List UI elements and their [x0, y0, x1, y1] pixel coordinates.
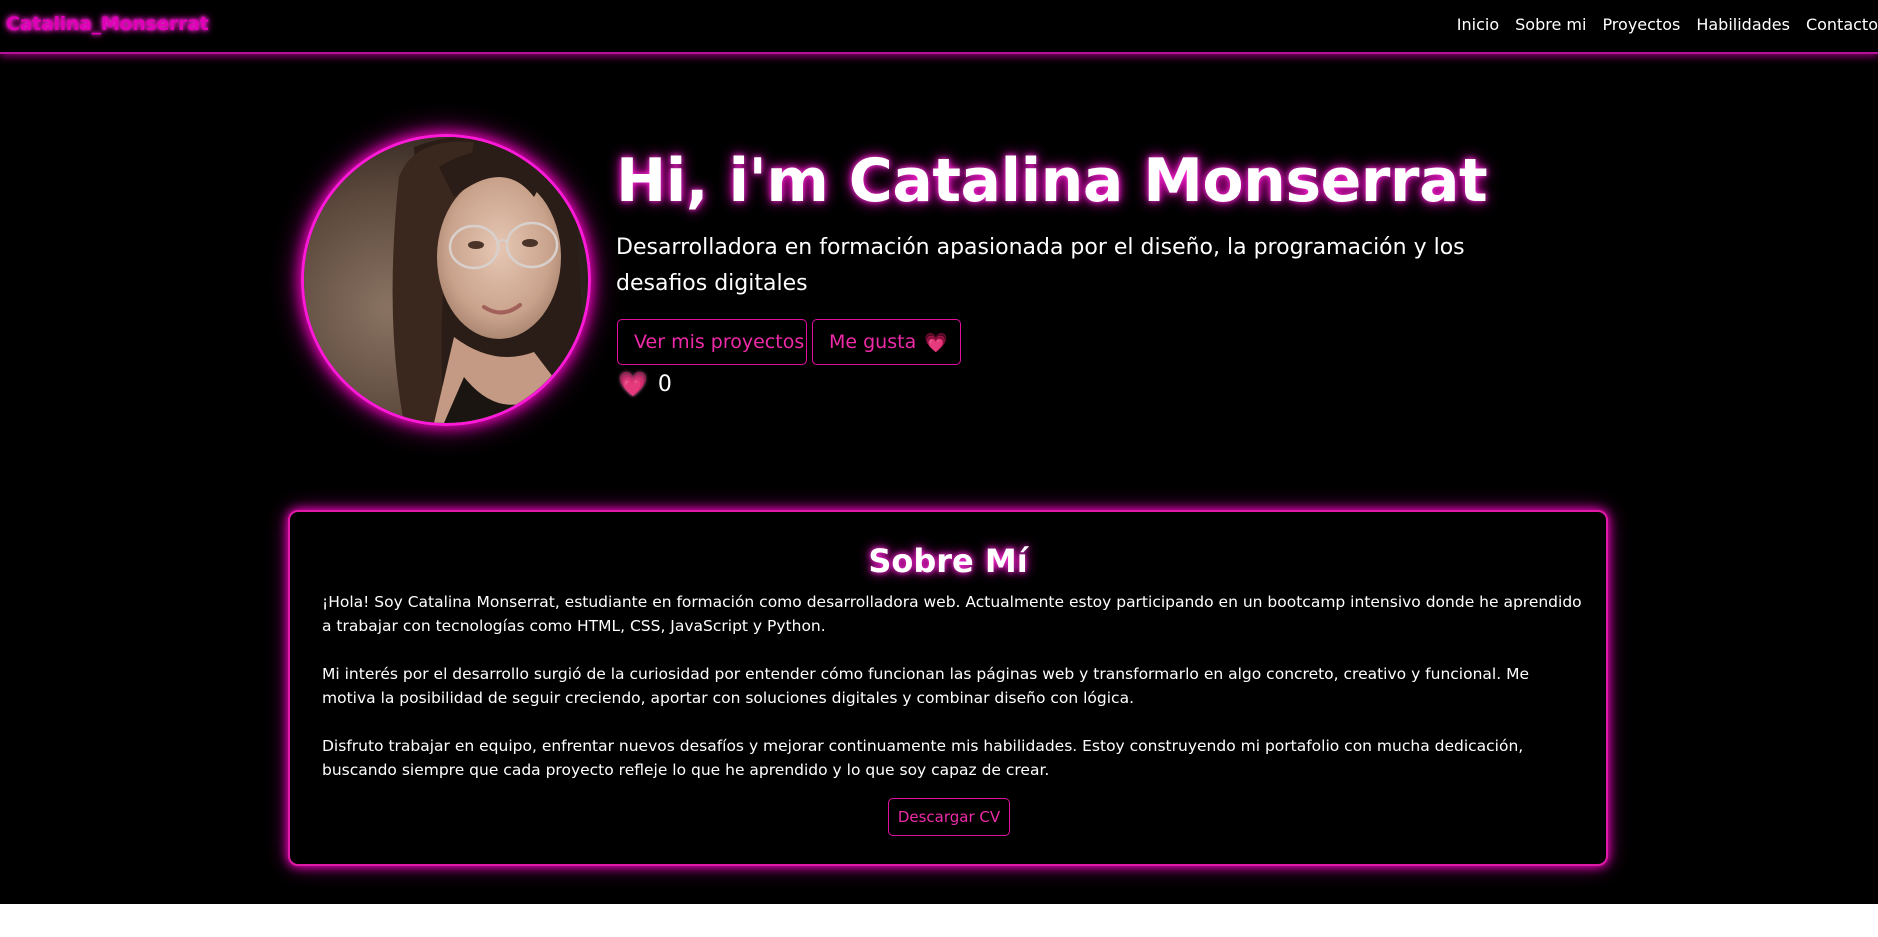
about-title: Sobre Mí [868, 542, 1028, 580]
nav-link-habilidades[interactable]: Habilidades [1696, 15, 1790, 34]
like-button[interactable]: Me gusta 💗 [812, 319, 961, 365]
like-count: 0 [657, 371, 672, 397]
about-section: Sobre Mí ¡Hola! Soy Catalina Monserrat, … [288, 510, 1608, 866]
profile-photo-illustration [304, 137, 588, 423]
like-counter: 💗 0 [618, 370, 672, 398]
about-paragraph: ¡Hola! Soy Catalina Monserrat, estudiant… [322, 593, 1582, 635]
brand-logo[interactable]: Catalina_Monserrat [6, 13, 209, 35]
about-paragraph: Disfruto trabajar en equipo, enfrentar n… [322, 737, 1524, 779]
navbar: Catalina_Monserrat Inicio Sobre mi Proye… [0, 0, 1878, 54]
nav-link-contacto[interactable]: Contacto [1806, 15, 1878, 34]
view-projects-button[interactable]: Ver mis proyectos [617, 319, 807, 365]
about-paragraph: Mi interés por el desarrollo surgió de l… [322, 665, 1529, 707]
heart-icon: 💗 [618, 370, 648, 398]
hero-title: Hi, i'm Catalina Monserrat [616, 146, 1488, 216]
download-cv-button[interactable]: Descargar CV [888, 798, 1010, 836]
view-projects-label: Ver mis proyectos [634, 331, 805, 353]
page-bottom-area [0, 904, 1878, 937]
nav-links: Inicio Sobre mi Proyectos Habilidades Co… [1441, 15, 1878, 34]
like-button-label: Me gusta [829, 331, 917, 353]
nav-link-sobre-mi[interactable]: Sobre mi [1515, 15, 1586, 34]
profile-photo [301, 134, 591, 426]
nav-link-inicio[interactable]: Inicio [1457, 15, 1499, 34]
heart-icon: 💗 [924, 331, 948, 354]
download-cv-label: Descargar CV [897, 808, 1001, 826]
hero-subtitle: Desarrolladora en formación apasionada p… [616, 235, 1465, 296]
nav-link-proyectos[interactable]: Proyectos [1602, 15, 1680, 34]
